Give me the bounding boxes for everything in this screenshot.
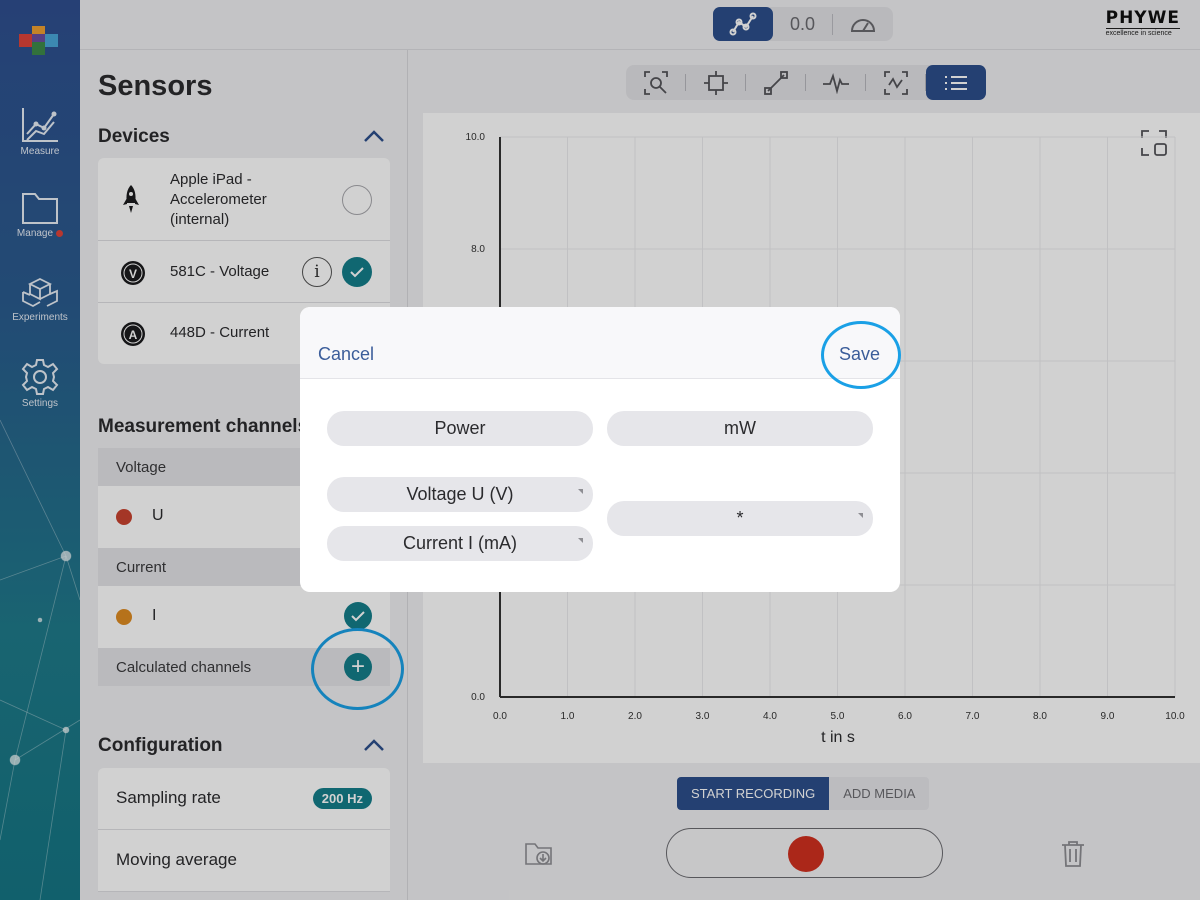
dropdown-arrow-icon: [578, 538, 583, 543]
dialog-header: Cancel Save: [300, 307, 900, 379]
dropdown-arrow-icon: [578, 489, 583, 494]
highlight-ring: [821, 321, 901, 389]
operand2-value: Current I (mA): [402, 533, 517, 553]
operator-select[interactable]: *: [607, 501, 873, 536]
calculated-channel-dialog: Cancel Save Power mW Voltage U (V) Curre…: [300, 307, 901, 592]
operand2-select[interactable]: Current I (mA): [327, 526, 593, 561]
operand1-value: Voltage U (V): [406, 484, 514, 504]
channel-unit-field[interactable]: mW: [607, 411, 873, 446]
dropdown-arrow-icon: [858, 513, 863, 518]
channel-name-field[interactable]: Power: [327, 411, 593, 446]
operand1-select[interactable]: Voltage U (V): [327, 477, 593, 512]
operator-value: *: [736, 508, 744, 528]
cancel-button[interactable]: Cancel: [318, 344, 374, 365]
